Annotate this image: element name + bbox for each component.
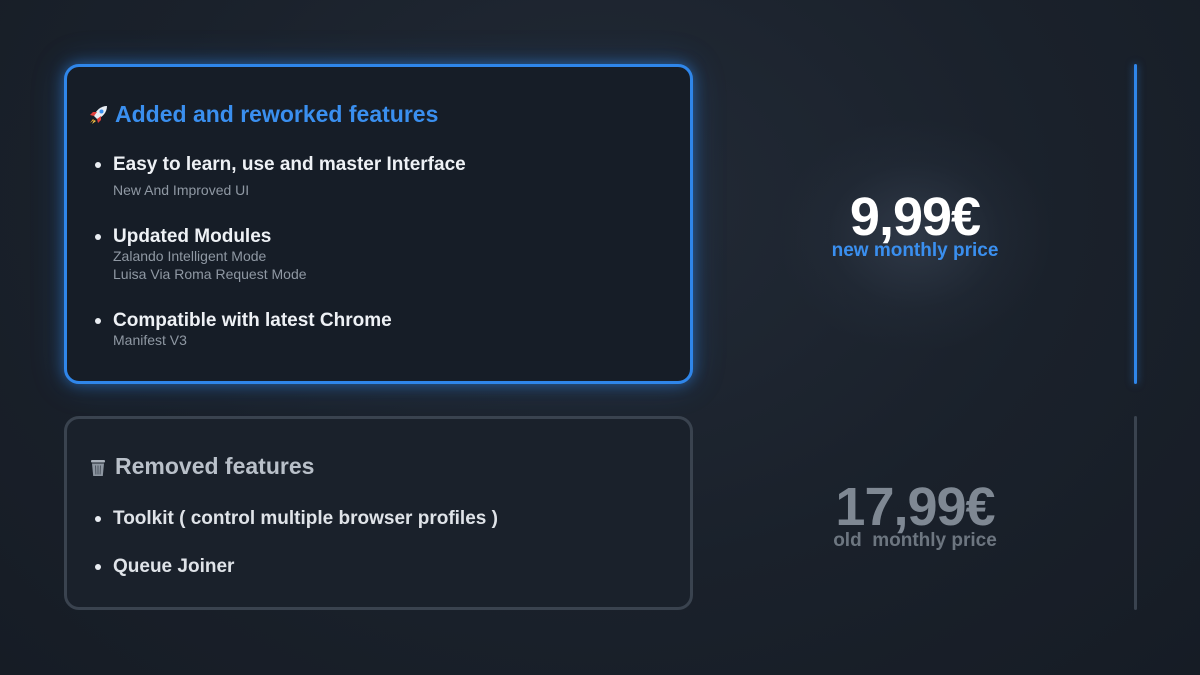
feature-title: Easy to learn, use and master Interface [113, 154, 466, 175]
feature-item-toolkit: Toolkit ( control multiple browser profi… [93, 507, 670, 531]
feature-item-queue-joiner: Queue Joiner [93, 555, 670, 579]
old-price-value: 17,99€ [835, 477, 995, 537]
feature-detail: Zalando Intelligent Mode [113, 248, 267, 264]
new-price-label: new monthly price [831, 240, 999, 261]
old-price-block: 17,99€ old monthly price [790, 476, 1040, 552]
feature-detail: Luisa Via Roma Request Mode [113, 266, 307, 282]
new-price-block: 9,99€ new monthly price [790, 186, 1040, 262]
bullet [95, 162, 101, 168]
trash-icon [87, 456, 109, 478]
removed-features-card: Removed features Toolkit ( control multi… [64, 416, 693, 610]
added-features-heading: Added and reworked features [87, 101, 438, 128]
added-features-title: Added and reworked features [115, 101, 439, 127]
feature-item-chrome: Compatible with latest Chrome Manifest V… [93, 309, 670, 349]
rocket-icon [87, 104, 109, 126]
feature-title: Toolkit ( control multiple browser profi… [113, 508, 498, 529]
feature-detail: Manifest V3 [113, 332, 187, 348]
bullet [95, 516, 101, 522]
new-price-value: 9,99€ [849, 187, 981, 247]
removed-features-heading: Removed features [87, 453, 314, 480]
active-divider [1134, 64, 1137, 384]
bullet [95, 318, 101, 324]
bullet [95, 234, 101, 240]
bullet [95, 564, 101, 570]
feature-title: Compatible with latest Chrome [113, 310, 392, 331]
feature-item-modules: Updated Modules Zalando Intelligent Mode… [93, 225, 670, 283]
feature-title: Updated Modules [113, 226, 272, 247]
inactive-divider [1134, 416, 1137, 610]
feature-title: Queue Joiner [113, 556, 235, 577]
old-price-label: old monthly price [833, 530, 997, 551]
feature-detail: New And Improved UI [113, 182, 250, 198]
feature-item-interface: Easy to learn, use and master Interface … [93, 153, 670, 199]
added-features-card: Added and reworked features Easy to lear… [64, 64, 693, 384]
removed-features-title: Removed features [115, 453, 315, 479]
